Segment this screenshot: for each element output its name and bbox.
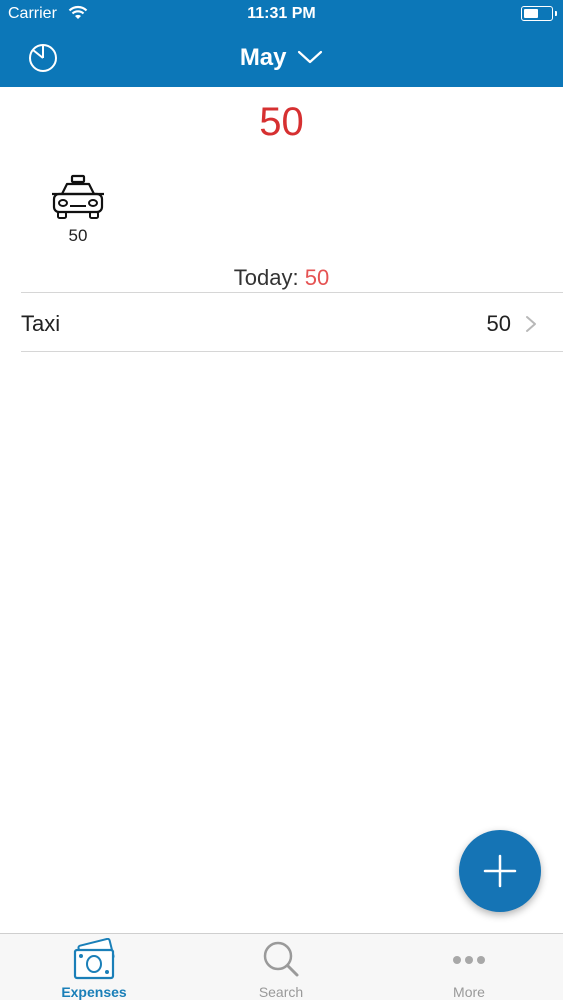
category-value: 50 [68, 226, 88, 245]
tab-label: More [453, 984, 485, 1000]
chevron-down-icon [298, 50, 323, 63]
tab-label: Expenses [61, 984, 127, 1000]
taxi-icon [52, 174, 104, 219]
month-selector[interactable]: May [0, 44, 563, 72]
today-amount: 50 [304, 265, 330, 290]
money-icon [73, 938, 115, 980]
tab-search[interactable]: Search [226, 938, 336, 1000]
today-label: Today: [233, 265, 299, 290]
tab-expenses[interactable]: Expenses [39, 938, 149, 1000]
status-bar: Carrier 11:31 PM [0, 0, 563, 30]
chevron-right-icon [526, 316, 536, 332]
today-summary: Today: 50 [0, 265, 563, 291]
expense-amount: 50 [486, 311, 511, 336]
month-total: 50 [259, 100, 304, 144]
tab-bar: Expenses Search More [0, 933, 563, 1000]
nav-bar: May [0, 30, 563, 87]
add-expense-button[interactable] [459, 830, 541, 912]
month-label: May [239, 44, 287, 71]
search-icon [263, 941, 299, 977]
tab-label: Search [258, 984, 304, 1000]
more-icon [453, 956, 485, 964]
plus-icon [483, 854, 517, 888]
expense-name: Taxi [21, 311, 61, 336]
tab-more[interactable]: More [414, 938, 524, 1000]
category-summary-taxi[interactable]: 50 [47, 172, 109, 246]
status-time: 11:31 PM [247, 5, 316, 22]
battery-icon [521, 6, 557, 21]
expense-row[interactable]: Taxi 50 [21, 292, 563, 352]
header: Carrier 11:31 PM May [0, 0, 563, 87]
